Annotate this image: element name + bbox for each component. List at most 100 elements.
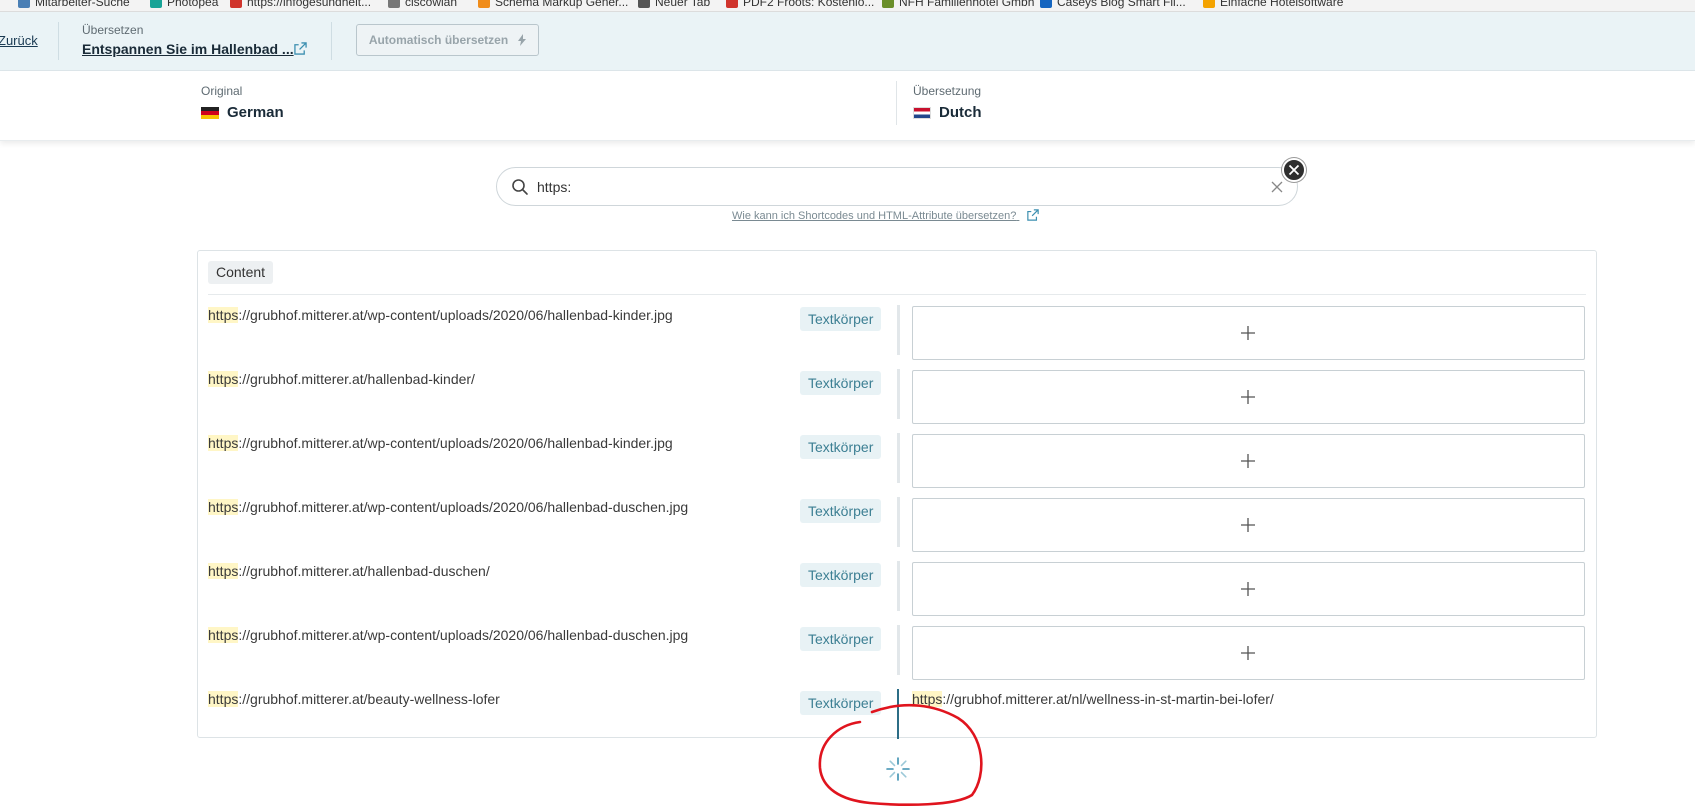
add-translation-button[interactable] bbox=[912, 562, 1585, 616]
translated-string-rest: ://grubhof.mitterer.at/nl/wellness-in-st… bbox=[942, 691, 1274, 707]
auto-translate-label: Automatisch übersetzen bbox=[368, 33, 509, 47]
add-translation-button[interactable] bbox=[912, 434, 1585, 488]
plus-icon bbox=[1241, 518, 1255, 532]
bookmark-favicon-icon bbox=[638, 0, 650, 8]
spinner-segment bbox=[889, 760, 896, 767]
spinner-segment bbox=[900, 760, 907, 767]
bookmark-item[interactable]: PDF2 Froots: Kostenlo... bbox=[726, 0, 874, 9]
clear-icon[interactable] bbox=[1270, 180, 1284, 194]
search-match-highlight: https bbox=[208, 307, 239, 323]
row-divider bbox=[897, 369, 900, 419]
back-link[interactable]: Zurück bbox=[0, 33, 38, 48]
search-match-highlight: https bbox=[912, 691, 943, 707]
bookmark-item[interactable]: Caseys Blog Smart Fil... bbox=[1040, 0, 1186, 9]
translation-row: https://grubhof.mitterer.at/hallenbad-ki… bbox=[198, 360, 1596, 424]
external-link-icon[interactable] bbox=[294, 42, 307, 55]
bookmark-item[interactable]: Schema Markup Gener... bbox=[478, 0, 628, 9]
bookmark-label: ciscowlan bbox=[405, 0, 458, 9]
bookmark-item[interactable]: Photopea bbox=[150, 0, 218, 9]
plus-icon bbox=[1241, 646, 1255, 660]
field-type-badge: Textkörper bbox=[800, 563, 882, 587]
bookmark-label: PDF2 Froots: Kostenlo... bbox=[743, 0, 875, 9]
source-string: https://grubhof.mitterer.at/hallenbad-ki… bbox=[208, 371, 475, 387]
search-match-highlight: https bbox=[208, 691, 239, 707]
row-divider bbox=[897, 497, 900, 547]
source-string-rest: ://grubhof.mitterer.at/wp-content/upload… bbox=[238, 435, 673, 451]
bookmark-label: Mitarbeiter-Suche bbox=[35, 0, 130, 9]
field-type-badge: Textkörper bbox=[800, 499, 882, 523]
spinner-segment bbox=[889, 771, 896, 778]
search-box bbox=[496, 167, 1298, 206]
bookmark-item[interactable]: ciscowlan bbox=[388, 0, 457, 9]
section-tag-content: Content bbox=[208, 261, 274, 284]
row-divider bbox=[897, 625, 900, 675]
lightning-icon bbox=[518, 34, 527, 46]
plus-icon bbox=[1241, 582, 1255, 596]
bookmark-favicon-icon bbox=[230, 0, 242, 8]
source-string-rest: ://grubhof.mitterer.at/wp-content/upload… bbox=[238, 627, 689, 643]
plus-icon bbox=[1241, 454, 1255, 468]
loading-spinner-icon bbox=[886, 757, 910, 781]
source-string-rest: ://grubhof.mitterer.at/hallenbad-kinder/ bbox=[238, 371, 475, 387]
language-divider bbox=[896, 81, 897, 125]
bookmark-label: Einfache Hotelsoftware bbox=[1220, 0, 1344, 9]
source-string-rest: ://grubhof.mitterer.at/hallenbad-duschen… bbox=[238, 563, 490, 579]
original-language-name: German bbox=[227, 104, 284, 121]
source-string: https://grubhof.mitterer.at/wp-content/u… bbox=[208, 627, 688, 643]
original-language: German bbox=[201, 104, 284, 121]
add-translation-button[interactable] bbox=[912, 498, 1585, 552]
bookmark-item[interactable]: Mitarbeiter-Suche bbox=[18, 0, 130, 9]
translation-language-name: Dutch bbox=[939, 104, 982, 121]
field-type-badge: Textkörper bbox=[800, 691, 882, 715]
bookmark-item[interactable]: Neuer Tab bbox=[638, 0, 710, 9]
source-string: https://grubhof.mitterer.at/hallenbad-du… bbox=[208, 563, 490, 579]
field-type-badge: Textkörper bbox=[800, 435, 882, 459]
bookmark-favicon-icon bbox=[726, 0, 738, 8]
original-label: Original bbox=[201, 84, 243, 98]
bookmark-label: NFH Familienhotel Gmbh bbox=[899, 0, 1035, 9]
plus-icon bbox=[1241, 390, 1255, 404]
shortcode-help-text: Wie kann ich Shortcodes und HTML-Attribu… bbox=[732, 210, 1017, 222]
bookmark-label: https://infogesundheit... bbox=[247, 0, 372, 9]
source-string: https://grubhof.mitterer.at/wp-content/u… bbox=[208, 499, 688, 515]
search-match-highlight: https bbox=[208, 371, 239, 387]
content-card: Content https://grubhof.mitterer.at/wp-c… bbox=[197, 250, 1597, 739]
field-type-badge: Textkörper bbox=[800, 371, 882, 395]
bookmark-label: Schema Markup Gener... bbox=[495, 0, 629, 9]
translate-label: Übersetzen bbox=[82, 23, 144, 37]
auto-translate-button[interactable]: Automatisch übersetzen bbox=[356, 24, 539, 56]
row-divider bbox=[897, 305, 900, 355]
search-match-highlight: https bbox=[208, 627, 239, 643]
bookmark-favicon-icon bbox=[388, 0, 400, 8]
add-translation-button[interactable] bbox=[912, 306, 1585, 360]
search-match-highlight: https bbox=[208, 563, 239, 579]
close-search-button[interactable] bbox=[1282, 158, 1306, 182]
dutch-flag-icon bbox=[913, 106, 931, 119]
search-icon bbox=[512, 179, 528, 195]
bookmark-favicon-icon bbox=[1203, 0, 1215, 8]
field-type-badge: Textkörper bbox=[800, 307, 882, 331]
shortcode-help-link[interactable]: Wie kann ich Shortcodes und HTML-Attribu… bbox=[732, 209, 1040, 222]
bookmark-label: Neuer Tab bbox=[655, 0, 711, 9]
translated-string[interactable]: https://grubhof.mitterer.at/nl/wellness-… bbox=[912, 691, 1274, 707]
bookmark-item[interactable]: Einfache Hotelsoftware bbox=[1203, 0, 1343, 9]
german-flag-icon bbox=[201, 106, 219, 119]
source-string-rest: ://grubhof.mitterer.at/wp-content/upload… bbox=[238, 499, 689, 515]
search-input[interactable] bbox=[537, 176, 1237, 198]
page-title-link[interactable]: Entspannen Sie im Hallenbad ... bbox=[82, 41, 294, 57]
bookmark-favicon-icon bbox=[882, 0, 894, 8]
translation-row: https://grubhof.mitterer.at/wp-content/u… bbox=[198, 616, 1596, 680]
bookmark-label: Photopea bbox=[167, 0, 219, 9]
bookmark-item[interactable]: NFH Familienhotel Gmbh bbox=[882, 0, 1034, 9]
section-divider bbox=[208, 294, 1586, 295]
external-link-icon bbox=[1027, 209, 1040, 221]
translation-language: Dutch bbox=[913, 104, 982, 121]
add-translation-button[interactable] bbox=[912, 370, 1585, 424]
translation-row: https://grubhof.mitterer.at/wp-content/u… bbox=[198, 488, 1596, 552]
translation-row: https://grubhof.mitterer.at/beauty-welln… bbox=[198, 680, 1596, 744]
translation-row: https://grubhof.mitterer.at/wp-content/u… bbox=[198, 424, 1596, 488]
language-header: Original German Übersetzung Dutch bbox=[0, 71, 1695, 141]
bookmark-item[interactable]: https://infogesundheit... bbox=[230, 0, 371, 9]
source-string-rest: ://grubhof.mitterer.at/wp-content/upload… bbox=[238, 307, 673, 323]
add-translation-button[interactable] bbox=[912, 626, 1585, 680]
